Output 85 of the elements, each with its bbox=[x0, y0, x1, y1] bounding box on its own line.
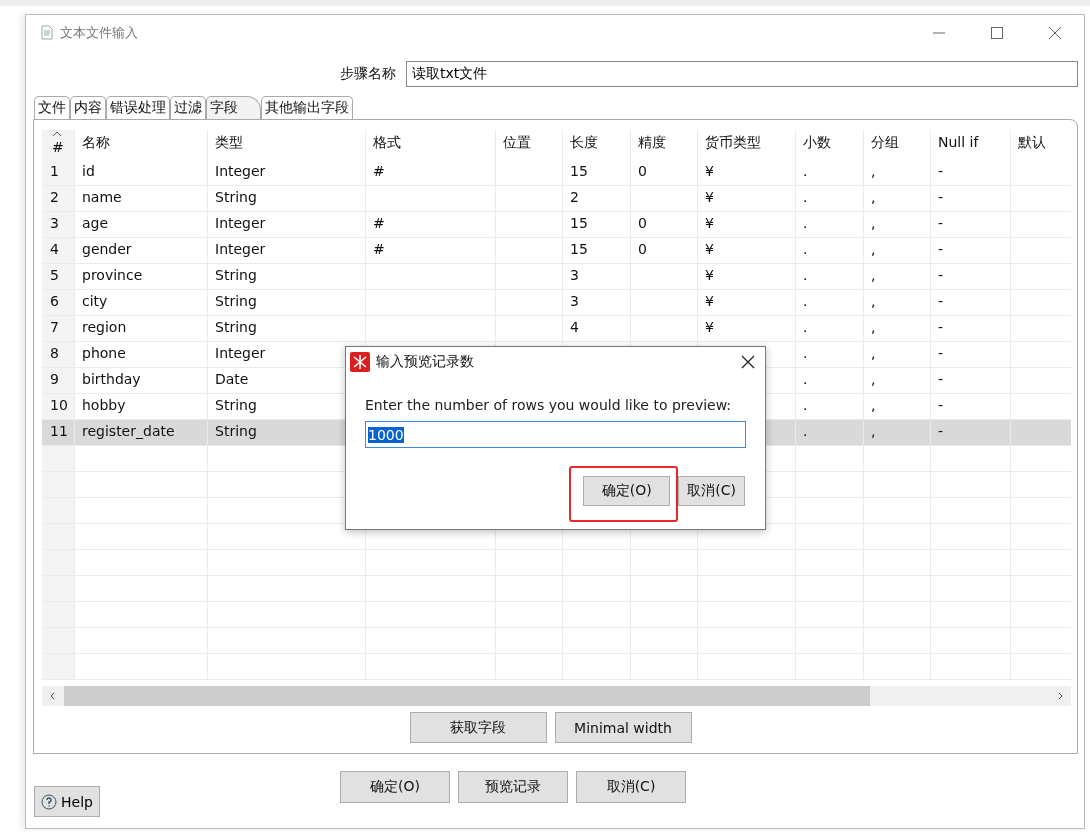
table-cell: , bbox=[863, 264, 930, 289]
table-cell: ¥ bbox=[697, 160, 795, 185]
table-cell: - bbox=[930, 238, 1010, 263]
table-cell: . bbox=[795, 368, 863, 393]
table-cell: - bbox=[930, 420, 1010, 445]
table-cell: - bbox=[930, 368, 1010, 393]
table-cell: 15 bbox=[562, 160, 630, 185]
step-name-label: 步骤名称 bbox=[340, 65, 396, 83]
table-cell: Integer bbox=[207, 160, 365, 185]
table-cell: 15 bbox=[562, 238, 630, 263]
table-cell: ¥ bbox=[697, 316, 795, 341]
table-cell: - bbox=[930, 160, 1010, 185]
table-cell: name bbox=[74, 186, 207, 211]
table-cell: age bbox=[74, 212, 207, 237]
table-cell: - bbox=[930, 342, 1010, 367]
table-cell: 3 bbox=[562, 290, 630, 315]
table-cell: , bbox=[863, 238, 930, 263]
table-cell: . bbox=[795, 160, 863, 185]
table-cell: # bbox=[365, 212, 495, 237]
table-cell: - bbox=[930, 316, 1010, 341]
window-title: 文本文件输入 bbox=[60, 24, 138, 42]
table-cell: , bbox=[863, 316, 930, 341]
table-cell: ¥ bbox=[697, 212, 795, 237]
table-cell: , bbox=[863, 342, 930, 367]
table-cell: , bbox=[863, 420, 930, 445]
table-cell: 3 bbox=[42, 212, 74, 237]
table-cell: . bbox=[795, 290, 863, 315]
table-cell: region bbox=[74, 316, 207, 341]
table-cell: ¥ bbox=[697, 238, 795, 263]
table-cell: . bbox=[795, 316, 863, 341]
table-cell: , bbox=[863, 368, 930, 393]
table-cell: - bbox=[930, 212, 1010, 237]
table-cell: , bbox=[863, 212, 930, 237]
table-cell: Integer bbox=[207, 212, 365, 237]
table-cell: . bbox=[795, 394, 863, 419]
table-cell: 0 bbox=[630, 212, 697, 237]
table-cell: register_date bbox=[74, 420, 207, 445]
table-cell: - bbox=[930, 394, 1010, 419]
table-cell: # bbox=[365, 160, 495, 185]
table-cell: 7 bbox=[42, 316, 74, 341]
table-cell: String bbox=[207, 186, 365, 211]
prompt-text: Enter the number of rows you would like to preview: bbox=[365, 397, 733, 413]
table-cell: 2 bbox=[42, 186, 74, 211]
table-cell: birthday bbox=[74, 368, 207, 393]
table-cell: phone bbox=[74, 342, 207, 367]
table-cell: city bbox=[74, 290, 207, 315]
table-cell: 0 bbox=[630, 160, 697, 185]
table-cell: - bbox=[930, 186, 1010, 211]
table-cell: . bbox=[795, 238, 863, 263]
table-cell: 8 bbox=[42, 342, 74, 367]
table-cell: 4 bbox=[562, 316, 630, 341]
table-cell: 3 bbox=[562, 264, 630, 289]
table-cell: . bbox=[795, 420, 863, 445]
table-cell: 6 bbox=[42, 290, 74, 315]
table-cell: , bbox=[863, 160, 930, 185]
table-cell: , bbox=[863, 290, 930, 315]
dialog-title: 输入预览记录数 bbox=[376, 353, 474, 371]
table-cell: 4 bbox=[42, 238, 74, 263]
table-cell: String bbox=[207, 290, 365, 315]
table-cell: , bbox=[863, 394, 930, 419]
table-cell: ¥ bbox=[697, 186, 795, 211]
table-cell: # bbox=[365, 238, 495, 263]
table-cell: 2 bbox=[562, 186, 630, 211]
table-cell: 1 bbox=[42, 160, 74, 185]
table-cell: Integer bbox=[207, 238, 365, 263]
table-cell: - bbox=[930, 290, 1010, 315]
table-cell: hobby bbox=[74, 394, 207, 419]
table-cell: 15 bbox=[562, 212, 630, 237]
table-cell: gender bbox=[74, 238, 207, 263]
table-cell: . bbox=[795, 212, 863, 237]
table-cell: 0 bbox=[630, 238, 697, 263]
table-cell: 5 bbox=[42, 264, 74, 289]
table-cell: , bbox=[863, 186, 930, 211]
table-cell: . bbox=[795, 342, 863, 367]
table-cell: ¥ bbox=[697, 264, 795, 289]
table-cell: 10 bbox=[42, 394, 74, 419]
table-cell: String bbox=[207, 316, 365, 341]
table-cell: id bbox=[74, 160, 207, 185]
table-cell: - bbox=[930, 264, 1010, 289]
table-cell: province bbox=[74, 264, 207, 289]
table-cell: . bbox=[795, 186, 863, 211]
table-cell: . bbox=[795, 264, 863, 289]
table-cell: ¥ bbox=[697, 290, 795, 315]
table-cell: 9 bbox=[42, 368, 74, 393]
table-cell: String bbox=[207, 264, 365, 289]
